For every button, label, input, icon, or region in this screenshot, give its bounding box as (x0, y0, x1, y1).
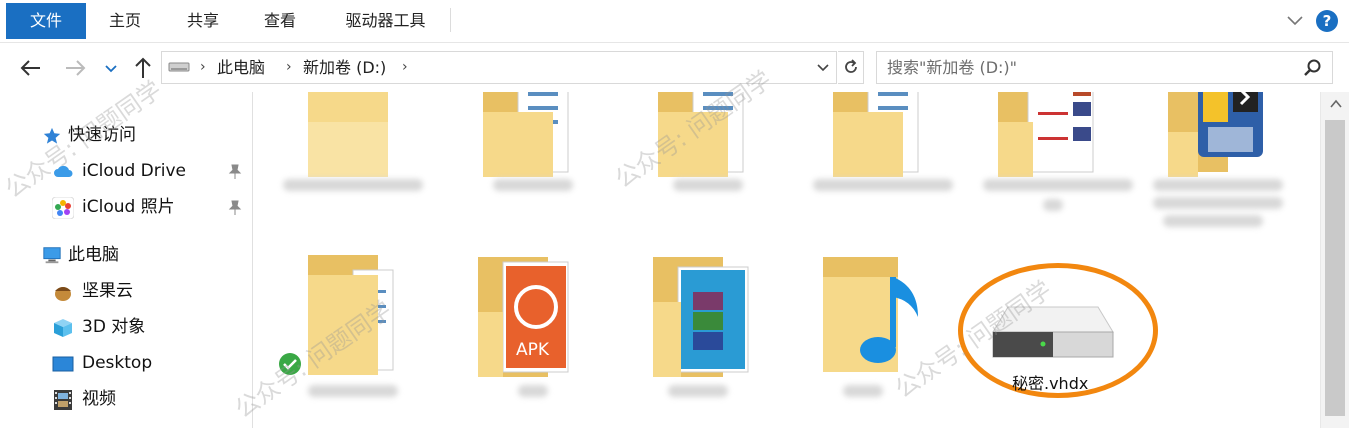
apk-badge: APK (516, 340, 550, 360)
address-bar[interactable]: › 此电脑 › 新加卷 (D:) › (161, 51, 837, 84)
navigation-pane: 快速访问 iCloud Drive iCloud 照片 此电脑 坚果云 3D 对… (0, 92, 253, 428)
tab-file[interactable]: 文件 (6, 3, 86, 39)
folder-icon (308, 92, 388, 177)
folder-with-documents-icon (483, 92, 569, 177)
tab-home[interactable]: 主页 (100, 0, 150, 42)
folder-item[interactable] (808, 242, 958, 402)
back-arrow-icon[interactable] (18, 55, 44, 81)
folder-with-app-icon (1168, 92, 1263, 177)
search-placeholder[interactable]: 搜索"新加卷 (D:)" (887, 52, 1017, 83)
folder-with-thumbnails-icon (998, 92, 1094, 177)
breadcrumb-this-pc[interactable]: 此电脑 (217, 52, 265, 83)
blurred-filename (843, 385, 883, 397)
blurred-filename (1163, 215, 1263, 227)
blurred-filename (983, 179, 1133, 191)
icloud-photos-icon (52, 197, 74, 219)
up-arrow-icon[interactable] (130, 55, 156, 81)
breadcrumb-separator-icon[interactable]: › (286, 52, 292, 83)
folder-item[interactable] (1153, 92, 1303, 232)
folder-with-documents-icon (658, 92, 744, 177)
scroll-up-arrow-icon[interactable] (1329, 98, 1343, 110)
folder-item[interactable] (278, 242, 428, 402)
folder-item[interactable] (458, 92, 608, 232)
breadcrumb-volume-d[interactable]: 新加卷 (D:) (303, 52, 386, 83)
folder-with-music-icon (823, 257, 918, 372)
blurred-filename (308, 385, 398, 397)
breadcrumb-separator-icon[interactable]: › (200, 52, 206, 83)
folder-item[interactable] (633, 92, 783, 232)
forward-arrow-icon[interactable] (62, 55, 88, 81)
folder-with-documents-icon (833, 92, 919, 177)
help-icon[interactable]: ? (1316, 10, 1338, 32)
nut-icon (55, 287, 71, 301)
star-icon (43, 127, 61, 144)
drive-icon (168, 62, 190, 72)
vertical-scrollbar[interactable] (1320, 92, 1349, 428)
folder-item[interactable] (633, 242, 783, 402)
folder-item[interactable]: APK (458, 242, 608, 402)
folder-item[interactable] (283, 92, 433, 232)
tab-share[interactable]: 共享 (178, 0, 228, 42)
blurred-filename (283, 179, 423, 191)
film-icon (54, 390, 72, 410)
desktop-icon (52, 356, 74, 372)
blurred-filename (1153, 197, 1283, 209)
folder-with-apk-icon (478, 257, 569, 377)
tab-view[interactable]: 查看 (255, 0, 305, 42)
blurred-filename (493, 179, 573, 191)
folder-item[interactable] (808, 92, 958, 232)
folder-item[interactable] (983, 92, 1133, 232)
tab-drive-tools[interactable]: 驱动器工具 (333, 0, 438, 42)
blurred-filename (668, 385, 728, 397)
pin-icon[interactable] (228, 200, 242, 216)
cube-icon (54, 319, 72, 337)
icloud-drive-icon (54, 165, 73, 177)
sync-status-check-icon (279, 353, 301, 375)
blurred-filename (673, 179, 743, 191)
vhdx-file-name[interactable]: 秘密.vhdx (1012, 370, 1088, 394)
ribbon-expand-chevron-icon[interactable] (1285, 10, 1305, 30)
folder-with-archive-icon (653, 257, 749, 377)
blurred-filename (518, 385, 548, 397)
folder-with-documents-icon (308, 255, 394, 375)
pin-icon[interactable] (228, 164, 242, 180)
search-icon[interactable] (1302, 58, 1322, 78)
address-bar-row: › 此电脑 › 新加卷 (D:) › 搜索"新加卷 (D:)" (0, 43, 1349, 91)
blurred-filename (1153, 179, 1283, 191)
blurred-filename (813, 179, 953, 191)
ribbon: 文件 主页 共享 查看 驱动器工具 ? (0, 0, 1349, 43)
refresh-button[interactable] (838, 51, 864, 84)
scrollbar-thumb[interactable] (1325, 120, 1345, 416)
breadcrumb-separator-icon[interactable]: › (402, 52, 408, 83)
search-box[interactable]: 搜索"新加卷 (D:)" (876, 51, 1333, 84)
computer-icon (43, 247, 61, 264)
blurred-filename (1043, 199, 1063, 211)
file-grid: APK 秘密.vhdx (253, 92, 1320, 428)
recent-locations-chevron-icon[interactable] (102, 55, 120, 81)
address-dropdown-chevron-icon[interactable] (814, 58, 832, 76)
refresh-icon (845, 59, 857, 73)
ribbon-divider (450, 8, 451, 32)
